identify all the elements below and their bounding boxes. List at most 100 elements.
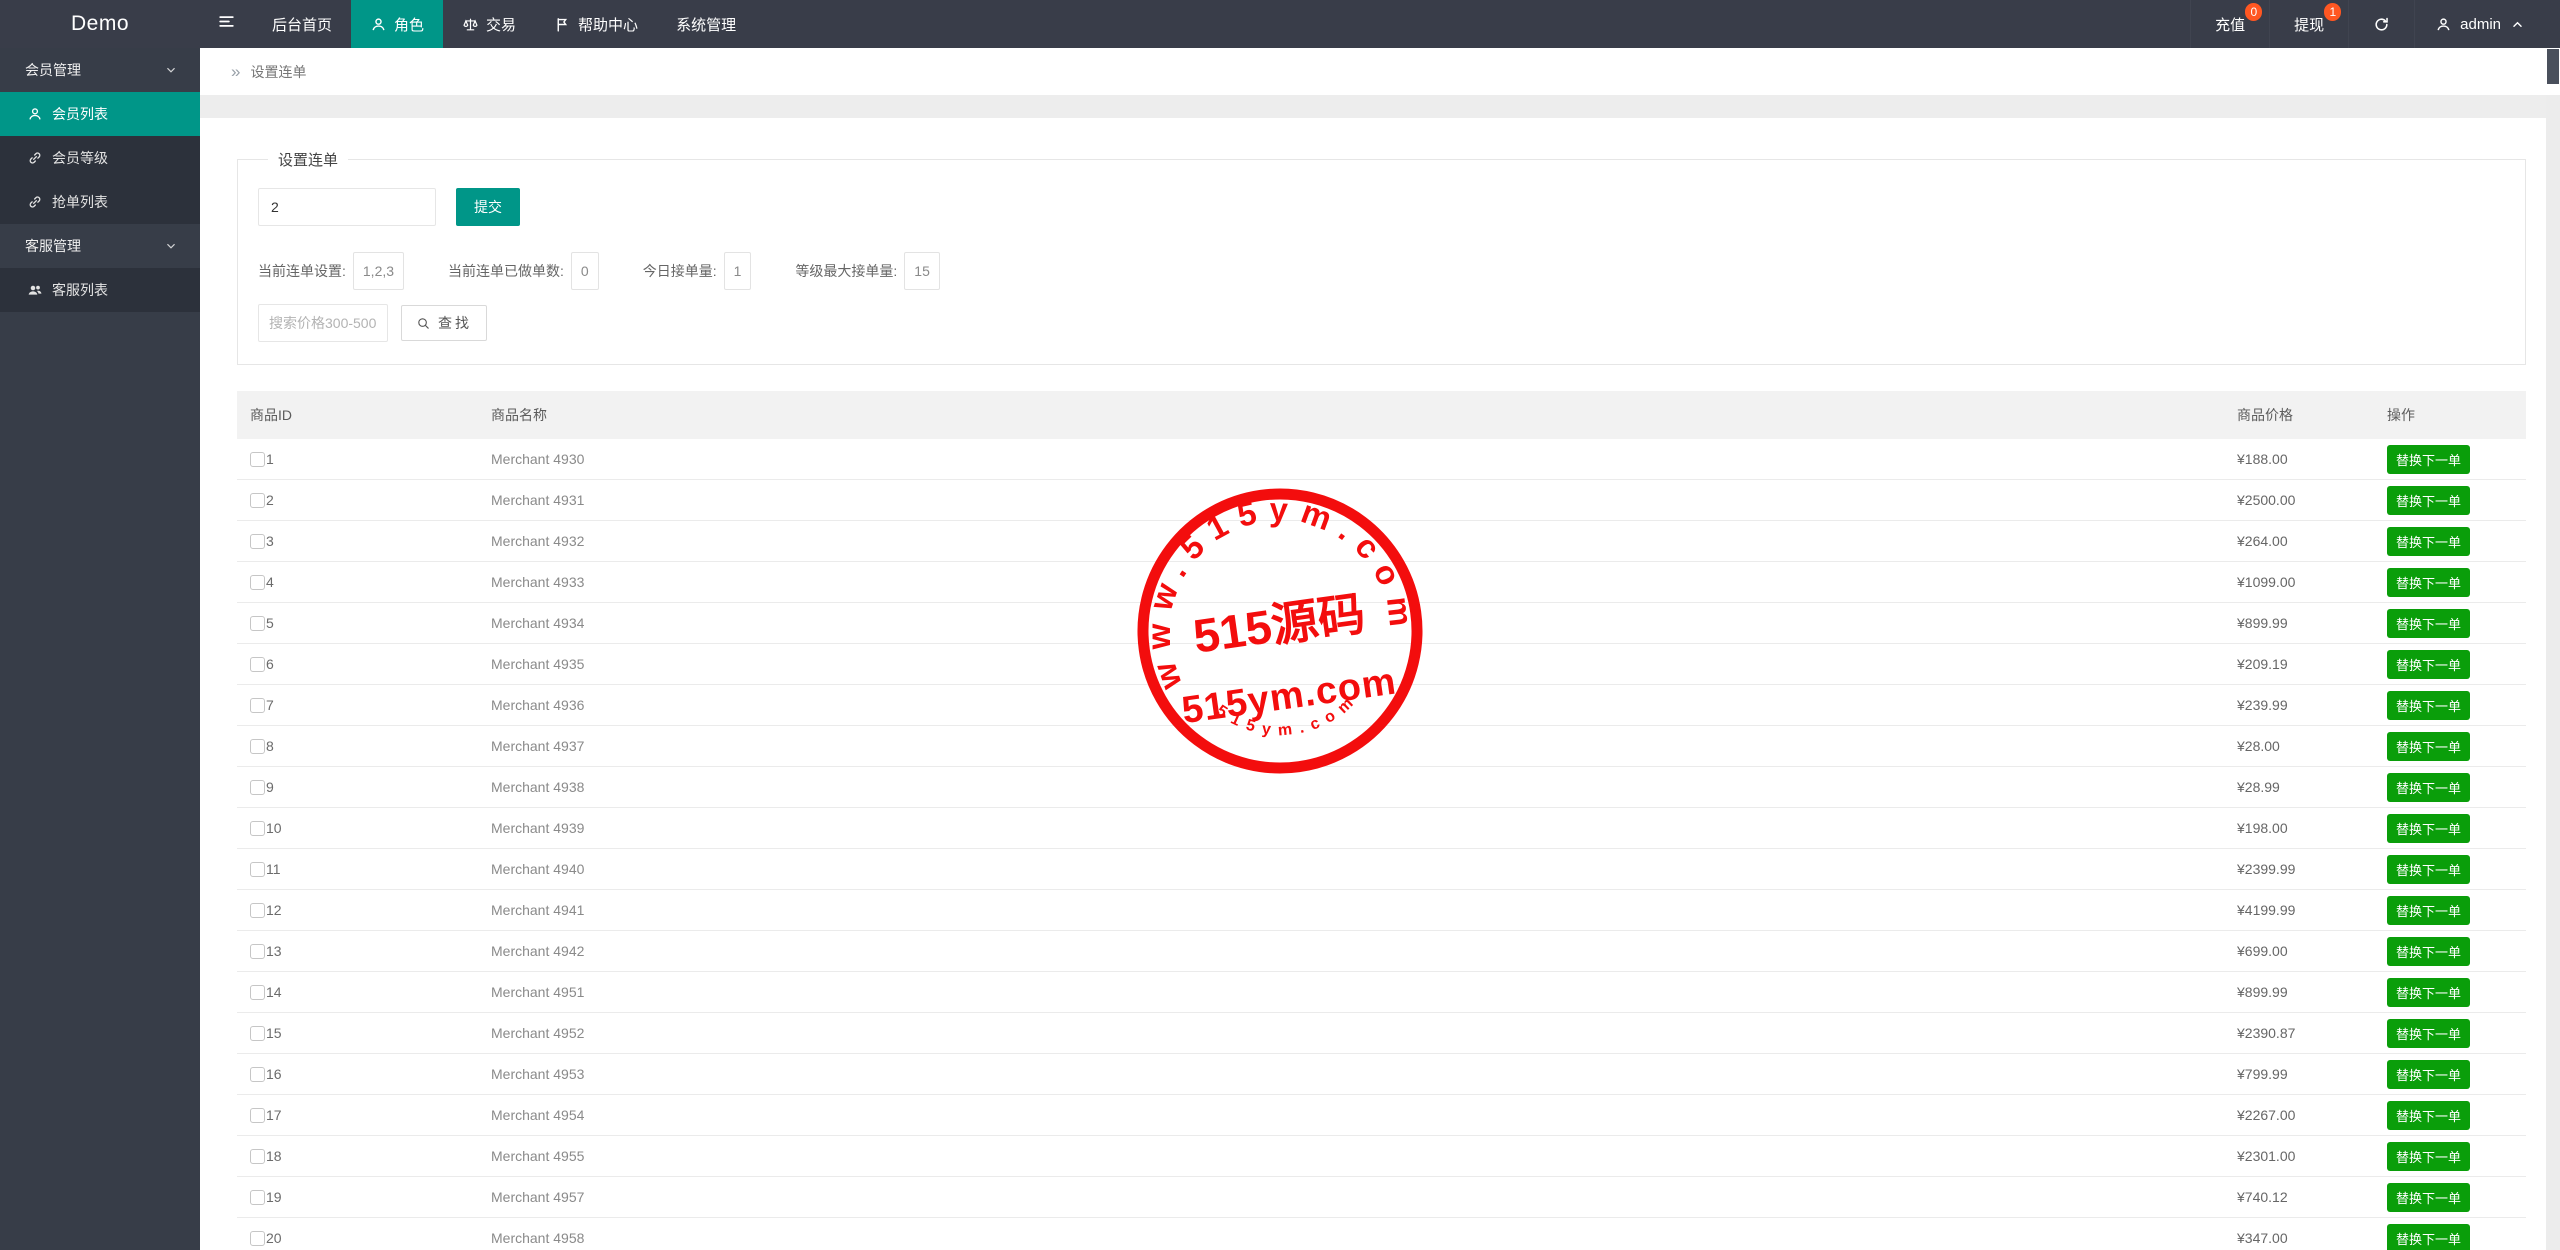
chain-value-input[interactable] [258, 188, 436, 226]
page-scrollbar[interactable] [2546, 48, 2560, 1250]
scrollbar-track[interactable] [2546, 95, 2560, 1250]
replace-next-order-button[interactable]: 替换下一单 [2387, 731, 2471, 761]
replace-next-order-button[interactable]: 替换下一单 [2387, 1182, 2471, 1212]
product-price-cell: ¥899.99 [2237, 984, 2288, 1000]
product-id-cell: 6 [237, 656, 491, 672]
search-icon [416, 316, 431, 331]
row-checkbox[interactable] [250, 944, 265, 959]
product-name-cell: Merchant 4941 [491, 902, 585, 918]
replace-next-order-button[interactable]: 替换下一单 [2387, 1100, 2471, 1130]
sidebar-item-label: 会员等级 [52, 150, 108, 166]
row-checkbox[interactable] [250, 903, 265, 918]
replace-next-order-button[interactable]: 替换下一单 [2387, 977, 2471, 1007]
sidebar-group-2[interactable]: 客服管理 [0, 224, 200, 268]
row-checkbox[interactable] [250, 616, 265, 631]
sidebar-toggle-button[interactable] [200, 0, 253, 48]
sidebar-item-会员列表[interactable]: 会员列表 [0, 92, 200, 136]
product-id: 14 [266, 984, 282, 1000]
row-checkbox[interactable] [250, 1231, 265, 1246]
table-row: 11 Merchant 4940 ¥2399.99 替换下一单 [237, 849, 2526, 890]
chain-settings-panel: 设置连单 提交 当前连单设置: 1,2,3 当前连单已做单数: 0 今日接单量: 1 等级最… [237, 149, 2526, 365]
action-cell: 替换下一单 [2387, 1018, 2526, 1048]
refresh-icon [2373, 16, 2390, 33]
price-search-input[interactable] [258, 304, 388, 342]
refresh-button[interactable] [2348, 0, 2414, 48]
row-checkbox[interactable] [250, 780, 265, 795]
nav-menu-item-5[interactable]: 系统管理 [657, 0, 755, 48]
product-price-cell: ¥1099.00 [2237, 574, 2296, 590]
replace-next-order-button[interactable]: 替换下一单 [2387, 690, 2471, 720]
stat-item-3: 今日接单量: 1 [643, 252, 752, 290]
product-price-cell: ¥28.99 [2237, 779, 2280, 795]
replace-next-order-button[interactable]: 替换下一单 [2387, 895, 2471, 925]
row-checkbox[interactable] [250, 698, 265, 713]
sidebar-link-icon [27, 194, 43, 210]
user-menu[interactable]: admin [2414, 0, 2546, 48]
replace-next-order-button[interactable]: 替换下一单 [2387, 936, 2471, 966]
notification-badge: 1 [2324, 3, 2342, 21]
search-button-label: 查找 [438, 315, 472, 331]
product-id: 1 [266, 451, 274, 467]
product-id: 19 [266, 1189, 282, 1205]
product-id-cell: 4 [237, 574, 491, 590]
nav-action-2[interactable]: 提现 1 [2269, 0, 2348, 48]
products-table: 商品ID 商品名称 商品价格 操作 1 Merchant 4930 ¥188.00 替换下一… [237, 391, 2526, 1250]
product-id: 5 [266, 615, 274, 631]
row-checkbox[interactable] [250, 1067, 265, 1082]
row-checkbox[interactable] [250, 739, 265, 754]
row-checkbox[interactable] [250, 1149, 265, 1164]
nav-menu-item-3[interactable]: 交易 [443, 0, 535, 48]
row-checkbox[interactable] [250, 1108, 265, 1123]
replace-next-order-button[interactable]: 替换下一单 [2387, 485, 2471, 515]
row-checkbox[interactable] [250, 821, 265, 836]
product-id: 16 [266, 1066, 282, 1082]
sidebar-item-客服列表[interactable]: 客服列表 [0, 268, 200, 312]
nav-menu-item-2[interactable]: 角色 [351, 0, 444, 48]
sidebar-item-抢单列表[interactable]: 抢单列表 [0, 180, 200, 224]
scrollbar-thumb[interactable] [2547, 49, 2559, 84]
stats-row: 当前连单设置: 1,2,3 当前连单已做单数: 0 今日接单量: 1 等级最大接单量: 15 [258, 252, 2495, 290]
row-checkbox[interactable] [250, 985, 265, 1000]
replace-next-order-button[interactable]: 替换下一单 [2387, 1059, 2471, 1089]
product-name-cell: Merchant 4932 [491, 533, 585, 549]
product-id-cell: 11 [237, 861, 491, 877]
submit-button[interactable]: 提交 [456, 188, 520, 226]
table-row: 2 Merchant 4931 ¥2500.00 替换下一单 [237, 480, 2526, 521]
nav-menu-item-4[interactable]: 帮助中心 [535, 0, 657, 48]
product-price-cell: ¥239.99 [2237, 697, 2288, 713]
row-checkbox[interactable] [250, 452, 265, 467]
replace-next-order-button[interactable]: 替换下一单 [2387, 444, 2471, 474]
replace-next-order-button[interactable]: 替换下一单 [2387, 813, 2471, 843]
sidebar-item-会员等级[interactable]: 会员等级 [0, 136, 200, 180]
row-checkbox[interactable] [250, 1026, 265, 1041]
replace-next-order-button[interactable]: 替换下一单 [2387, 649, 2471, 679]
product-price-cell: ¥740.12 [2237, 1189, 2288, 1205]
row-checkbox[interactable] [250, 534, 265, 549]
action-cell: 替换下一单 [2387, 772, 2526, 802]
nav-action-1[interactable]: 充值 0 [2190, 0, 2269, 48]
table-row: 17 Merchant 4954 ¥2267.00 替换下一单 [237, 1095, 2526, 1136]
product-id: 6 [266, 656, 274, 672]
replace-next-order-button[interactable]: 替换下一单 [2387, 526, 2471, 556]
row-checkbox[interactable] [250, 657, 265, 672]
replace-next-order-button[interactable]: 替换下一单 [2387, 567, 2471, 597]
notification-badge: 0 [2245, 3, 2263, 21]
search-button[interactable]: 查找 [401, 305, 487, 341]
action-cell: 替换下一单 [2387, 1182, 2526, 1212]
row-checkbox[interactable] [250, 1190, 265, 1205]
nav-menu-item-1[interactable]: 后台首页 [253, 0, 351, 48]
replace-next-order-button[interactable]: 替换下一单 [2387, 772, 2471, 802]
product-id-cell: 17 [237, 1107, 491, 1123]
replace-next-order-button[interactable]: 替换下一单 [2387, 1018, 2471, 1048]
replace-next-order-button[interactable]: 替换下一单 [2387, 854, 2471, 884]
row-checkbox[interactable] [250, 575, 265, 590]
sidebar-group-1[interactable]: 会员管理 [0, 48, 200, 92]
row-checkbox[interactable] [250, 862, 265, 877]
nav-action-label: 提现 [2294, 16, 2325, 34]
replace-next-order-button[interactable]: 替换下一单 [2387, 608, 2471, 638]
column-header-4: 操作 [2387, 407, 2415, 423]
stat-item-2: 当前连单已做单数: 0 [448, 252, 599, 290]
row-checkbox[interactable] [250, 493, 265, 508]
replace-next-order-button[interactable]: 替换下一单 [2387, 1223, 2471, 1250]
replace-next-order-button[interactable]: 替换下一单 [2387, 1141, 2471, 1171]
